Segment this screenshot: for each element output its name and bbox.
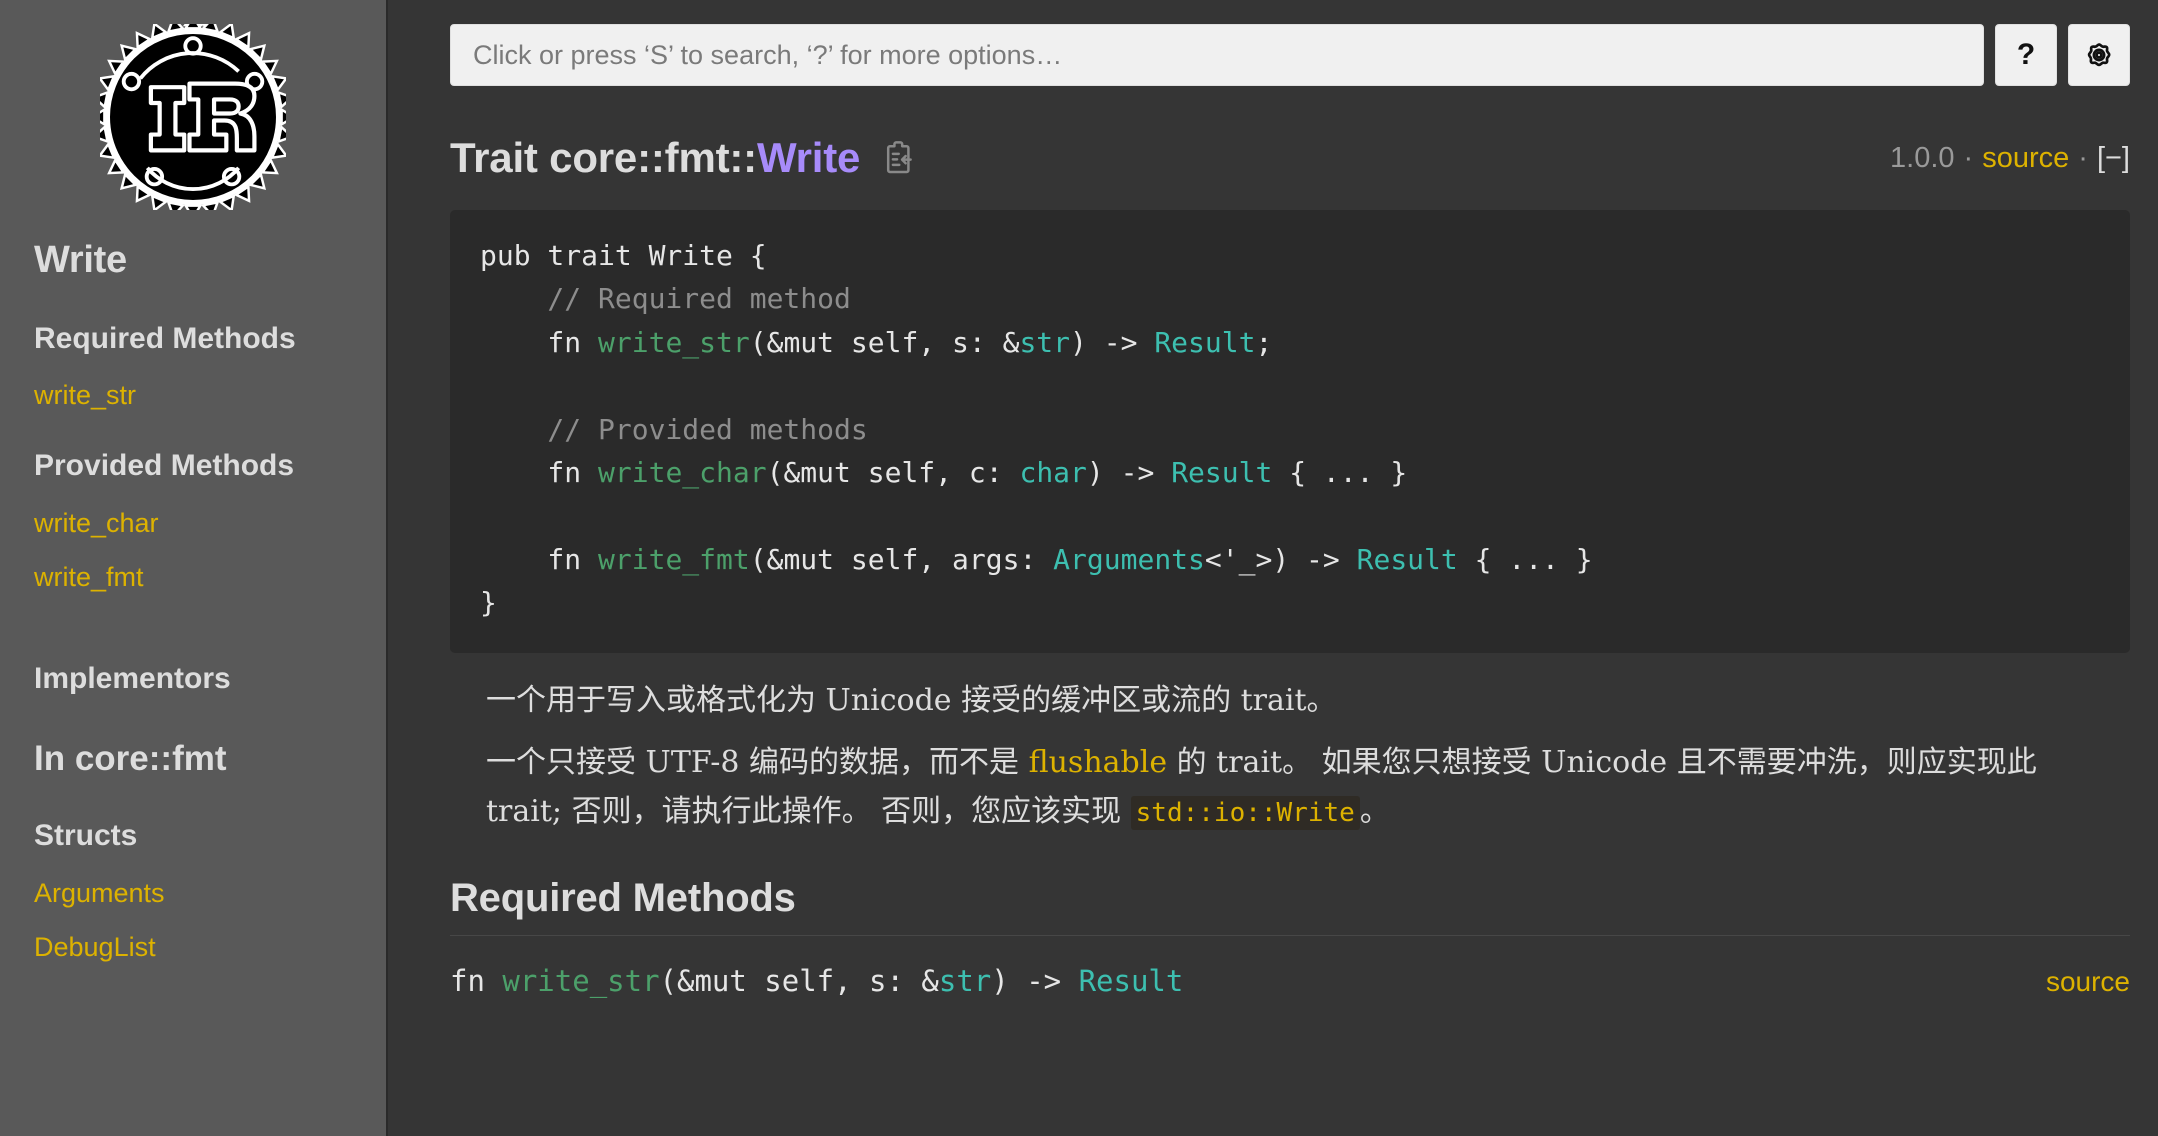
copy-path-icon[interactable] bbox=[882, 140, 916, 176]
code-token: Result bbox=[1356, 542, 1458, 576]
code-token: // Provided methods bbox=[480, 412, 868, 446]
code-token: write_char bbox=[598, 455, 767, 489]
meta-separator-2: · bbox=[2078, 141, 2088, 174]
code-token: (&mut self, args: bbox=[749, 542, 1054, 576]
sidebar-heading-in-crate: In core::fmt bbox=[34, 739, 227, 779]
code-token: } bbox=[480, 586, 497, 620]
page-header: Trait core::fmt::Write 1.0.0 · source · … bbox=[450, 132, 2130, 184]
code-token: ) -> bbox=[991, 964, 1079, 999]
code-token: // Required method bbox=[480, 282, 851, 316]
description-paragraph-1: 一个用于写入或格式化为 Unicode 接受的缓冲区或流的 trait。 bbox=[486, 682, 1337, 718]
collapse-toggle[interactable]: [−] bbox=[2097, 142, 2130, 175]
code-token: fn bbox=[480, 542, 599, 576]
code-token: ) -> bbox=[1070, 325, 1155, 359]
page-title: Trait core::fmt::Write bbox=[450, 137, 860, 179]
std-io-write-code: std::io::Write bbox=[1130, 795, 1360, 830]
source-link[interactable]: source bbox=[1982, 142, 2069, 175]
sidebar-link-debuglist[interactable]: DebugList bbox=[34, 931, 352, 963]
gear-icon bbox=[2082, 38, 2116, 72]
flushable-link[interactable]: flushable bbox=[1029, 745, 1168, 780]
page-title-prefix: Trait core::fmt:: bbox=[450, 134, 757, 181]
code-token: ; bbox=[1255, 325, 1273, 359]
sidebar-link-write-fmt[interactable]: write_fmt bbox=[34, 561, 352, 593]
title-meta: 1.0.0 · source · [−] bbox=[1890, 142, 2130, 175]
p2-text-c: 。 bbox=[1359, 793, 1390, 829]
p2-text-a: 一个只接受 UTF-8 编码的数据，而不是 bbox=[486, 745, 1029, 781]
sidebar-heading-implementors: Implementors bbox=[34, 661, 231, 695]
code-token: write_fmt bbox=[598, 542, 750, 576]
version-label: 1.0.0 bbox=[1890, 141, 1955, 174]
method-source-link[interactable]: source bbox=[2046, 966, 2130, 998]
code-token: write_str bbox=[598, 325, 750, 359]
section-heading-required-methods: Required Methods bbox=[450, 876, 2130, 937]
sidebar-heading-structs: Structs bbox=[34, 819, 138, 853]
code-token: { ... } bbox=[1457, 542, 1593, 576]
code-token: (&mut self, c: bbox=[766, 455, 1020, 489]
rustdoc-page: Write Required Methods write_str Provide… bbox=[0, 0, 2158, 1136]
code-token: Result bbox=[1154, 325, 1256, 359]
code-token: write_str bbox=[502, 964, 660, 999]
settings-button[interactable] bbox=[2068, 24, 2130, 86]
method-row-write-str: fn write_str(&mut self, s: &str) -> Resu… bbox=[450, 964, 2130, 998]
sidebar-heading-required-methods: Required Methods bbox=[34, 321, 296, 355]
sidebar-content: Write Required Methods write_str Provide… bbox=[0, 238, 386, 963]
code-token: fn bbox=[450, 964, 503, 999]
sidebar-link-write-char[interactable]: write_char bbox=[34, 507, 352, 539]
meta-separator-1: · bbox=[1963, 141, 1974, 174]
trait-declaration-code: pub trait Write { // Required method fn … bbox=[450, 210, 2130, 653]
code-token: <'_>) -> bbox=[1204, 542, 1357, 576]
description-paragraph-2: 一个只接受 UTF-8 编码的数据，而不是 flushable 的 trait。… bbox=[486, 739, 2102, 836]
sidebar-link-arguments[interactable]: Arguments bbox=[34, 877, 352, 909]
code-token: fn bbox=[480, 325, 599, 359]
code-token: fn bbox=[480, 455, 599, 489]
code-token: str bbox=[938, 964, 992, 999]
code-token: (&mut self, s: & bbox=[659, 964, 939, 999]
help-button[interactable]: ? bbox=[1995, 24, 2057, 86]
code-token: Arguments bbox=[1053, 542, 1205, 576]
search-bar: ? bbox=[450, 24, 2130, 86]
code-token: ) -> bbox=[1086, 455, 1172, 489]
sidebar: Write Required Methods write_str Provide… bbox=[0, 0, 388, 1136]
sidebar-heading-provided-methods: Provided Methods bbox=[34, 449, 295, 483]
trait-description: 一个用于写入或格式化为 Unicode 接受的缓冲区或流的 trait。 一个只… bbox=[450, 677, 2130, 837]
code-token: (&mut self, s: & bbox=[749, 325, 1020, 359]
code-token: Result bbox=[1171, 455, 1273, 489]
code-token: char bbox=[1019, 455, 1087, 489]
code-content: pub trait Write { // Required method fn … bbox=[480, 239, 1593, 619]
code-token: str bbox=[1019, 325, 1071, 359]
code-token: { ... } bbox=[1272, 455, 1408, 489]
sidebar-page-title: Write bbox=[34, 239, 127, 281]
question-mark-icon: ? bbox=[2016, 38, 2036, 71]
search-input[interactable] bbox=[450, 24, 1984, 86]
method-signature: fn write_str(&mut self, s: &str) -> Resu… bbox=[450, 964, 1183, 998]
code-token: pub trait Write { bbox=[480, 239, 767, 272]
rust-logo[interactable] bbox=[0, 0, 386, 220]
code-token: Result bbox=[1078, 964, 1184, 999]
page-title-accent: Write bbox=[756, 134, 861, 181]
sidebar-link-write-str[interactable]: write_str bbox=[34, 379, 352, 411]
main-content: ? Trait core::fmt::Write bbox=[388, 0, 2158, 1136]
